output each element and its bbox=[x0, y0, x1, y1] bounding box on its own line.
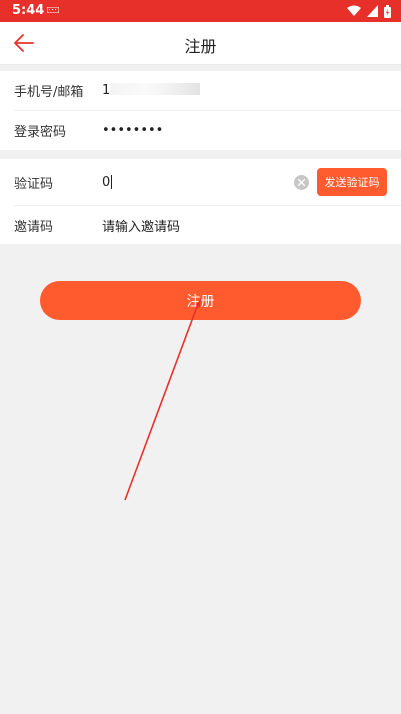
invite-label: 邀请码 bbox=[14, 219, 54, 235]
signal-icon bbox=[367, 5, 378, 17]
text-cursor bbox=[111, 175, 113, 189]
password-input[interactable]: •••••••• bbox=[102, 123, 163, 138]
page-title: 注册 bbox=[184, 37, 217, 56]
battery-icon bbox=[384, 4, 391, 18]
clear-icon bbox=[298, 179, 305, 186]
account-label: 手机号/邮箱 bbox=[14, 84, 84, 100]
status-icons bbox=[347, 4, 391, 18]
redacted-account-mask bbox=[110, 83, 200, 95]
password-label: 登录密码 bbox=[14, 124, 67, 140]
keyboard-icon bbox=[47, 7, 59, 13]
verification-label: 验证码 bbox=[14, 176, 54, 192]
clear-input-button[interactable] bbox=[294, 175, 309, 190]
invite-input[interactable]: 请输入邀请码 bbox=[102, 216, 180, 235]
status-time: 5:44 bbox=[12, 3, 45, 18]
account-card: 手机号/邮箱 1 登录密码 •••••••• bbox=[0, 71, 401, 150]
password-row[interactable]: 登录密码 •••••••• bbox=[0, 111, 401, 149]
verification-input[interactable]: 0 bbox=[102, 174, 113, 190]
send-code-button[interactable]: 发送验证码 bbox=[317, 168, 387, 196]
invite-row[interactable]: 邀请码 请输入邀请码 bbox=[0, 206, 401, 244]
account-row[interactable]: 手机号/邮箱 1 bbox=[0, 71, 401, 109]
register-button[interactable]: 注册 bbox=[40, 281, 361, 320]
nav-bar: 注册 bbox=[0, 22, 401, 65]
verification-value: 0 bbox=[102, 174, 111, 190]
status-bar: 5:44 bbox=[0, 0, 401, 22]
wifi-icon bbox=[347, 5, 361, 16]
